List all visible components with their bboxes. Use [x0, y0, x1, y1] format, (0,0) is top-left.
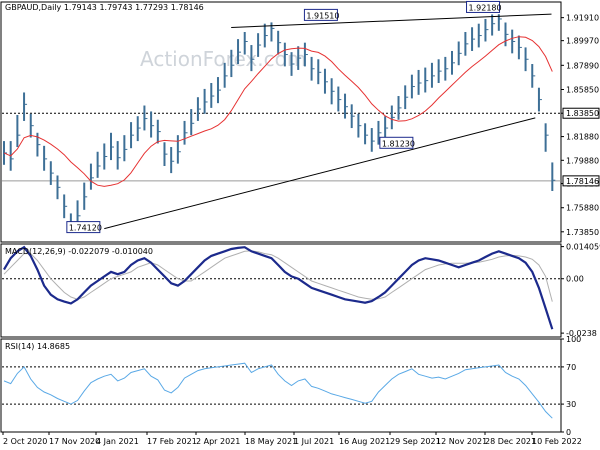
price-header: GBPAUD,Daily 1.79143 1.79743 1.77293 1.7…: [5, 3, 204, 12]
price-axis-label: 1.91910: [566, 14, 599, 23]
price-callout-label: 1.91510: [306, 11, 339, 20]
price-callout: 1.91510: [303, 8, 340, 21]
rsi-header: RSI(14) 14.8685: [5, 342, 70, 351]
support-trendline: [104, 117, 536, 230]
price-axis-label: 1.85850: [566, 86, 599, 95]
rsi-axis-label: 0: [566, 428, 571, 437]
x-axis-label: 18 May 2021: [245, 437, 297, 446]
x-axis-label: 1 Jul 2021: [294, 437, 334, 446]
price-callout-label: 1.74120: [69, 224, 102, 233]
x-axis-label: 17 Feb 2021: [147, 437, 197, 446]
price-callout-label: 1.81230: [382, 139, 415, 148]
price-axis-label: 1.79880: [566, 156, 599, 165]
price-axis-label: 1.73850: [566, 228, 599, 237]
level-badge: 1.83850: [562, 107, 600, 119]
x-axis-label: 4 Jan 2021: [96, 437, 139, 446]
x-axis-label: 10 Feb 2022: [532, 437, 582, 446]
rsi-panel: [2, 362, 561, 419]
rsi-line: [3, 362, 553, 419]
x-axis-label: 12 Nov 2021: [436, 437, 487, 446]
price-axis-label: 1.75880: [566, 204, 599, 213]
price-callout: 1.74120: [66, 221, 102, 234]
macd-main-line: [3, 245, 554, 330]
rsi-axis-label: 100: [566, 335, 581, 344]
macd-header: MACD(12,26,9) -0.022079 -0.010040: [5, 247, 153, 256]
macd-axis-label: 0.00: [566, 275, 584, 284]
x-axis-label: 29 Sep 2021: [390, 437, 441, 446]
x-axis-label: 2 Apr 2021: [196, 437, 240, 446]
resistance-trendline: [231, 13, 552, 28]
macd-signal-line: [3, 250, 553, 302]
rsi-axis-label: 30: [566, 400, 576, 409]
rsi-axis-label: 70: [566, 363, 576, 372]
watermark: ActionForex.com: [140, 47, 306, 71]
x-axis-label: 17 Nov 2020: [49, 437, 100, 446]
x-axis-label: 28 Dec 2021: [485, 437, 536, 446]
level-badge-label: 1.83850: [566, 109, 599, 118]
price-axis-label: 1.81880: [566, 133, 599, 142]
chart-root: ActionForex.com 1.91510 1.92180 1.81230 1.7…: [0, 0, 600, 450]
price-callout: 1.81230: [379, 136, 415, 149]
price-axis-label: 1.89970: [566, 37, 599, 46]
current-price-badge-label: 1.78146: [566, 177, 599, 186]
price-callout: 1.92180: [466, 0, 502, 13]
x-axis-label: 16 Aug 2021: [339, 437, 390, 446]
price-callout-label: 1.92180: [469, 3, 502, 12]
watermark-layer: ActionForex.com: [140, 47, 306, 71]
price-axis-label: 1.87890: [566, 61, 599, 70]
price-panel: 1.91510 1.92180 1.81230 1.74120: [2, 0, 561, 234]
current-price-badge: 1.78146: [562, 175, 600, 187]
macd-panel: [2, 245, 561, 330]
rsi-panel-frame: [0, 338, 562, 433]
macd-axis-label: 0.014059: [566, 243, 600, 252]
chart-canvas: ActionForex.com 1.91510 1.92180 1.81230 1.7…: [0, 0, 600, 446]
x-axis-label: 2 Oct 2020: [3, 437, 47, 446]
